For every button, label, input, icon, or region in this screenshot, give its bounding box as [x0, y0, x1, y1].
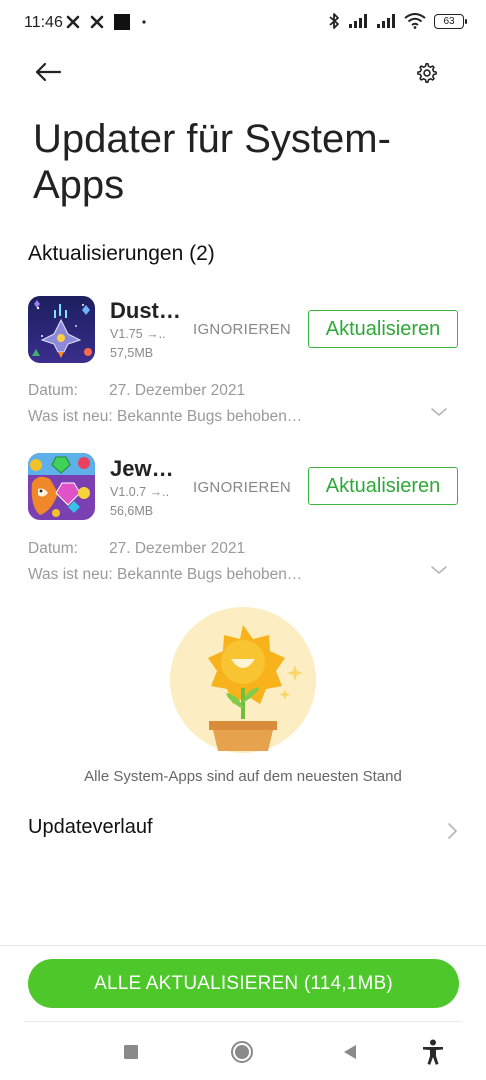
date-value: 27. Dezember 2021 [109, 382, 246, 399]
sunflower-illustration [170, 607, 316, 753]
status-bar: 11:46 63 [0, 0, 486, 46]
close-notification-icon [66, 15, 80, 29]
update-button[interactable]: Aktualisieren [308, 310, 458, 348]
update-all-button[interactable]: ALLE AKTUALISIEREN (114,1MB) [28, 959, 459, 1008]
accessibility-button[interactable] [417, 1036, 449, 1068]
bluetooth-icon [329, 13, 339, 29]
status-notification-icons [66, 14, 148, 30]
date-row: Datum: 27. Dezember 2021 [28, 382, 245, 400]
whatsnew-value: Bekannte Bugs behoben… [117, 408, 303, 425]
home-circle-icon [231, 1041, 253, 1063]
settings-button[interactable] [410, 56, 444, 90]
date-label: Datum: [28, 540, 78, 557]
whatsnew-row: Was ist neu: Bekannte Bugs behoben… [28, 408, 302, 426]
battery-level: 63 [443, 15, 455, 27]
whatsnew-label: Was ist neu: [28, 408, 113, 425]
triangle-back-icon [344, 1045, 356, 1059]
date-label: Datum: [28, 382, 78, 399]
app-size: 57,5MB [110, 346, 154, 360]
whatsnew-label: Was ist neu: [28, 566, 113, 583]
space-shooter-game-icon[interactable] [28, 296, 95, 363]
battery-icon: 63 [434, 13, 467, 29]
back-nav-button[interactable] [334, 1036, 366, 1068]
date-value: 27. Dezember 2021 [109, 540, 246, 557]
arrow-left-icon [35, 62, 62, 82]
chevron-down-icon[interactable] [430, 406, 448, 418]
divider [0, 945, 486, 946]
status-time: 11:46 [24, 14, 63, 31]
updates-heading: Aktualisierungen (2) [28, 242, 215, 265]
recent-apps-button[interactable] [115, 1036, 147, 1068]
square-notification-icon [114, 14, 130, 30]
wifi-icon [404, 13, 426, 29]
page-title: Updater für System-Apps [33, 117, 391, 207]
signal-icon [377, 14, 395, 28]
divider [24, 1021, 462, 1022]
signal-icon [349, 14, 367, 28]
system-navigation-bar [0, 1030, 486, 1074]
chevron-down-icon[interactable] [430, 564, 448, 576]
jewel-fox-game-icon[interactable] [28, 453, 95, 520]
accessibility-icon [423, 1039, 443, 1065]
up-to-date-message: Alle System-Apps sind auf dem neuesten S… [84, 768, 402, 785]
ignore-button[interactable]: IGNORIEREN [193, 479, 291, 496]
whatsnew-value: Bekannte Bugs behoben… [117, 566, 303, 583]
chevron-right-icon [448, 823, 458, 839]
square-icon [124, 1045, 138, 1059]
close-notification-icon [90, 15, 104, 29]
date-row: Datum: 27. Dezember 2021 [28, 540, 245, 558]
whatsnew-row: Was ist neu: Bekannte Bugs behoben… [28, 566, 302, 584]
app-version: V1.0.7 →.. [110, 485, 170, 499]
app-version: V1.75 →.. [110, 327, 166, 341]
ignore-button[interactable]: IGNORIEREN [193, 321, 291, 338]
app-name: Jew… [110, 456, 174, 481]
status-system-icons: 63 [328, 12, 467, 30]
app-size: 56,6MB [110, 504, 154, 518]
gear-icon [417, 62, 437, 84]
update-history-row[interactable]: Updateverlauf [0, 806, 486, 852]
app-name: Dust… [110, 298, 181, 323]
home-button[interactable] [226, 1036, 258, 1068]
back-button[interactable] [30, 56, 66, 88]
update-button[interactable]: Aktualisieren [308, 467, 458, 505]
dot-icon [142, 20, 146, 24]
update-history-label: Updateverlauf [28, 816, 153, 838]
